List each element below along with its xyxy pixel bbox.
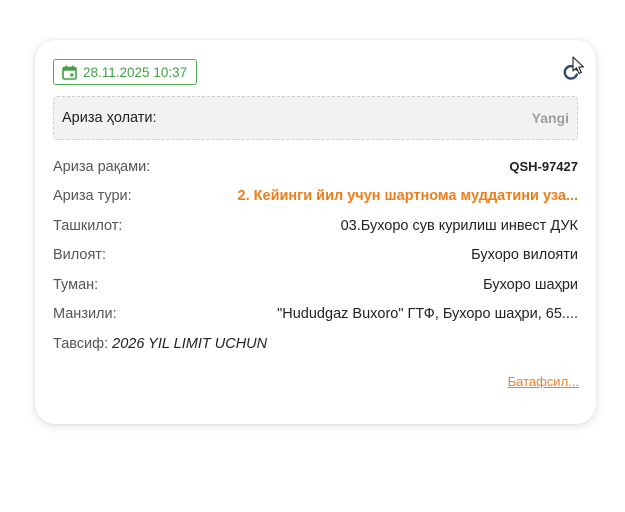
application-card: 28.11.2025 10:37 Ариза ҳолати: Yangi Ари… xyxy=(35,40,596,424)
description-label: Тавсиф: xyxy=(53,335,109,352)
detail-label: Ариза рақами: xyxy=(53,158,151,175)
detail-label: Вилоят: xyxy=(53,247,106,264)
application-type: 2. Кейинги йил учун шартнома муддатини у… xyxy=(237,188,578,205)
mouse-pointer-icon xyxy=(572,56,586,76)
calendar-icon xyxy=(62,65,77,80)
district-value: Бухоро шаҳри xyxy=(483,276,578,293)
address-value: "Hududgaz Buxoro" ГТФ, Бухоро шаҳри, 65.… xyxy=(277,306,578,323)
region-value: Бухоро вилояти xyxy=(471,247,578,264)
detail-row-number: Ариза рақами: QSH-97427 xyxy=(53,152,578,182)
date-text: 28.11.2025 10:37 xyxy=(83,64,188,80)
detail-row-type: Ариза тури: 2. Кейинги йил учун шартнома… xyxy=(53,182,578,212)
detail-label: Туман: xyxy=(53,276,99,293)
details-list: Ариза рақами: QSH-97427 Ариза тури: 2. К… xyxy=(53,152,578,359)
status-value: Yangi xyxy=(531,110,569,126)
detail-label: Ташкилот: xyxy=(53,217,123,234)
details-link[interactable]: Батафсил... xyxy=(508,374,579,389)
application-number: QSH-97427 xyxy=(509,159,578,175)
description-row: Тавсиф: 2026 YIL LIMIT UCHUN xyxy=(53,329,578,359)
organization-value: 03.Бухоро сув курилиш инвест ДУК xyxy=(340,217,578,234)
detail-row-region: Вилоят: Бухоро вилояти xyxy=(53,241,578,271)
status-box: Ариза ҳолати: Yangi xyxy=(53,96,578,140)
date-badge: 28.11.2025 10:37 xyxy=(53,59,198,85)
description-value: 2026 YIL LIMIT UCHUN xyxy=(112,335,268,352)
status-label: Ариза ҳолати: xyxy=(62,110,157,126)
detail-label: Манзили: xyxy=(53,306,117,323)
detail-row-address: Манзили: "Hududgaz Buxoro" ГТФ, Бухоро ш… xyxy=(53,300,578,330)
detail-row-organization: Ташкилот: 03.Бухоро сув курилиш инвест Д… xyxy=(53,211,578,241)
detail-label: Ариза тури: xyxy=(53,188,132,205)
detail-row-district: Туман: Бухоро шаҳри xyxy=(53,270,578,300)
